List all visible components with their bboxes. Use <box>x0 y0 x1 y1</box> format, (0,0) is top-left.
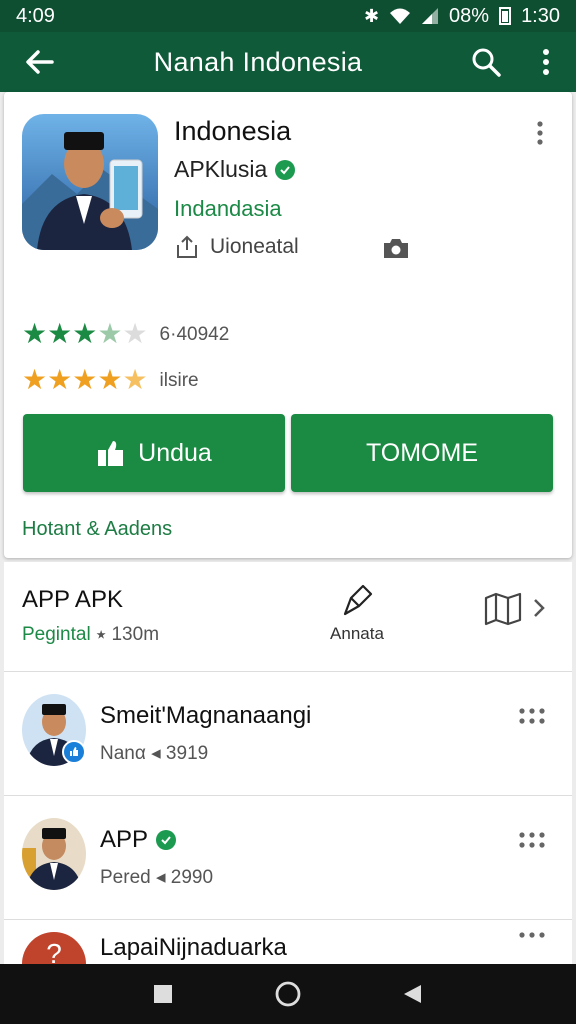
stars-gold: ★★★★★ <box>22 364 148 395</box>
app-name: Indonesia <box>174 116 292 146</box>
list-item-title: APP APK <box>22 586 123 613</box>
list-item-person[interactable]: Smeit'Magnanaangi Nanα ◂ 3919 <box>4 672 572 796</box>
search-icon <box>472 48 501 77</box>
rating-row-1: ★★★★★ 6·40942 <box>22 320 229 349</box>
list-item-app[interactable]: APP APK Pegintal ⭑ 130m Annata <box>4 562 572 672</box>
person-name-line: APP <box>100 826 177 854</box>
more-grid-button[interactable] <box>518 932 546 948</box>
search-button[interactable] <box>456 32 516 92</box>
rating-label: ilsire <box>159 369 199 391</box>
signal-icon <box>422 8 439 24</box>
camera-icon <box>384 239 408 258</box>
badge-icon <box>62 740 86 764</box>
share-icon <box>177 235 197 258</box>
camera-button[interactable] <box>382 236 410 265</box>
status-bar: 4:09 ✱ 08% 1:30 <box>0 0 576 32</box>
person-name: Smeit'Magnanaangi <box>100 702 312 729</box>
pen-icon <box>343 584 373 616</box>
more-dots-icon <box>519 708 545 724</box>
install-button[interactable]: Undua <box>23 414 285 492</box>
home-circle-icon <box>275 981 301 1007</box>
avatar <box>22 818 86 890</box>
square-icon <box>153 985 172 1003</box>
more-grid-button[interactable] <box>518 832 546 848</box>
avatar: ? <box>22 932 86 964</box>
list-item-partial[interactable]: ? LapaiNijnaduarka <box>4 920 572 964</box>
more-dots-icon <box>519 832 545 848</box>
stars-green: ★★★★★ <box>22 318 148 349</box>
install-icon <box>98 441 124 466</box>
developer-line[interactable]: APKlusia <box>174 156 296 183</box>
back-triangle-icon <box>404 985 422 1003</box>
app-details-card: Indonesia APKlusia Indandasia Uioneatal … <box>4 92 572 558</box>
system-nav-bar <box>0 964 576 1024</box>
chevron-right-icon <box>534 599 545 617</box>
person-name: LapaiNijnaduarka <box>100 934 287 961</box>
arrow-back-icon <box>26 50 54 74</box>
map-icon <box>484 592 522 626</box>
nav-back-button[interactable] <box>393 974 433 1014</box>
list-item-person[interactable]: APP Pered ◂ 2990 <box>4 796 572 920</box>
app-category-link[interactable]: Indandasia <box>174 196 282 222</box>
content-rating-link[interactable]: Hotant & Aadens <box>22 518 172 541</box>
battery-percent: 08% <box>449 4 490 27</box>
person-name: APP <box>100 826 149 853</box>
person-sub: Nanα ◂ 3919 <box>100 743 209 764</box>
more-grid-button[interactable] <box>518 708 546 724</box>
annotate-button[interactable]: Annata <box>322 580 392 644</box>
more-dots-icon <box>519 932 545 938</box>
list-item-subtitle: Pegintal ⭑ 130m <box>22 624 160 645</box>
page-title: Nanah Indonesia <box>153 46 363 77</box>
rating-row-2: ★★★★★ ilsire <box>22 366 199 395</box>
share-button[interactable]: Uioneatal <box>174 234 299 260</box>
card-more-button[interactable] <box>528 118 552 148</box>
battery-icon <box>499 7 512 25</box>
status-icons: ✱ 08% 1:30 <box>364 5 560 28</box>
verified-badge-icon <box>156 830 177 850</box>
map-button[interactable] <box>484 590 546 626</box>
list-card: APP APK Pegintal ⭑ 130m Annata Smeit'Mag… <box>4 562 572 964</box>
developer-name: APKlusia <box>174 156 268 182</box>
annotate-label: Annata <box>330 624 384 643</box>
overflow-menu-button[interactable] <box>516 32 576 92</box>
wifi-icon <box>390 8 411 24</box>
verified-badge-icon <box>275 159 296 180</box>
nav-home-button[interactable] <box>268 974 308 1014</box>
share-label: Uioneatal <box>210 235 299 258</box>
rating-count: 6·40942 <box>159 323 230 345</box>
install-label: Undua <box>138 438 212 467</box>
more-vert-icon <box>543 49 549 75</box>
nav-square-button[interactable] <box>143 974 183 1014</box>
secondary-button[interactable]: TOMOME <box>291 414 553 492</box>
bluetooth-icon: ✱ <box>363 5 380 26</box>
status-time: 4:09 <box>16 4 55 27</box>
more-vert-icon <box>537 121 543 145</box>
app-icon[interactable] <box>22 114 158 250</box>
person-sub: Pered ◂ 2990 <box>100 867 214 888</box>
back-button[interactable] <box>0 32 80 92</box>
status-clock: 1:30 <box>521 4 560 27</box>
app-bar: Nanah Indonesia <box>0 32 576 92</box>
